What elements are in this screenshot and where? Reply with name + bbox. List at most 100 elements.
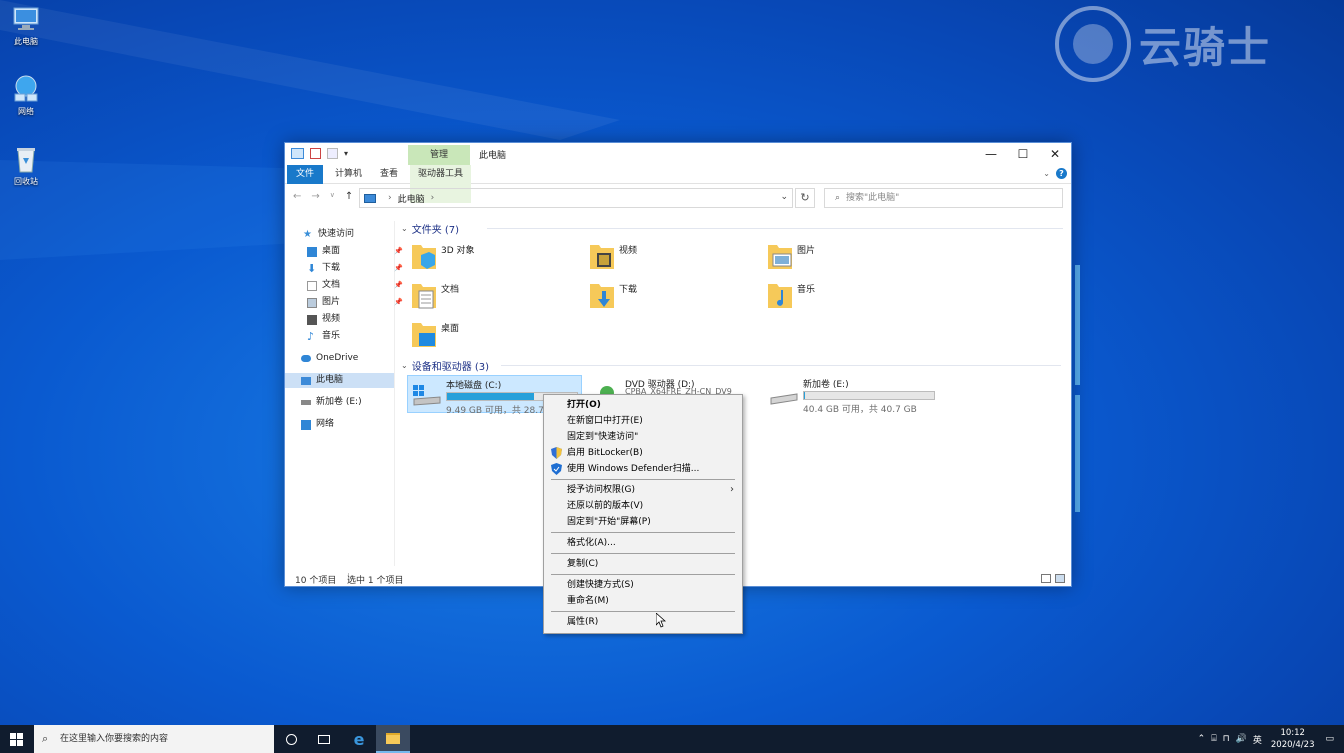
nav-label: 文档 [322,280,341,290]
help-icon[interactable]: ? [1056,168,1067,179]
cortana-button[interactable] [274,725,308,753]
menu-properties[interactable]: 属性(R) [544,614,742,630]
nav-label: 网络 [316,419,335,429]
show-hidden-icons-icon[interactable]: ⌃ [1198,734,1206,744]
collapse-chevron-icon[interactable]: ⌄ [401,224,408,233]
tab-file[interactable]: 文件 [287,165,323,184]
address-dropdown-icon[interactable]: ⌄ [780,192,788,202]
folder-name: 图片 [797,246,816,256]
taskbar-search-input[interactable]: ⌕ 在这里输入你要搜索的内容 [34,725,274,753]
notification-center-icon[interactable]: ▭ [1325,734,1334,744]
tab-computer[interactable]: 计算机 [327,165,370,184]
clock[interactable]: 10:12 2020/4/23 [1271,727,1315,751]
address-bar[interactable]: › 此电脑 › ⌄ [359,188,793,208]
folder-videos[interactable]: 视频 [581,239,751,275]
breadcrumb-this-pc[interactable]: 此电脑 [398,192,425,205]
nav-item-downloads[interactable]: ⬇ 下载 📌 [307,261,403,276]
manage-tab[interactable]: 管理 [408,145,470,165]
pin-icon[interactable]: 📌 [394,261,403,276]
menu-format[interactable]: 格式化(A)... [544,535,742,551]
drive-e[interactable]: 新加卷 (E:) 40.4 GB 可用，共 40.7 GB [765,375,945,415]
folder-desktop[interactable]: 桌面 [403,317,573,353]
nav-quick-access[interactable]: ★ 快速访问 [303,227,354,242]
desktop-icon-this-pc[interactable]: 此电脑 [6,4,46,47]
desktop-icon-network[interactable]: 网络 [6,74,46,117]
pc-qat-icon[interactable] [291,148,304,159]
pc-icon [364,193,376,203]
properties-qat-icon[interactable] [310,148,321,159]
network-tray-icon[interactable]: ⌸ [1211,734,1216,744]
wifi-icon[interactable]: ⊓ [1223,734,1230,744]
network-icon [301,419,311,430]
nav-label: 下载 [322,263,341,273]
start-button[interactable] [0,725,32,753]
folder-downloads[interactable]: 下载 [581,278,751,314]
pin-icon[interactable]: 📌 [394,244,403,259]
nav-this-pc[interactable]: 此电脑 [285,373,394,388]
music-folder-icon [768,284,792,308]
menu-defender-scan[interactable]: 使用 Windows Defender扫描... [544,461,742,477]
menu-open[interactable]: 打开(O) [544,397,742,413]
pin-icon[interactable]: 📌 [394,295,403,310]
nav-item-videos[interactable]: 视频 [307,312,340,327]
recent-chevron-icon[interactable]: ∨ [330,191,335,202]
refresh-icon[interactable]: ↻ [795,188,815,208]
back-arrow-icon[interactable]: ← [293,191,301,202]
close-button[interactable]: ✕ [1039,143,1071,165]
forward-arrow-icon[interactable]: → [311,191,319,202]
pin-icon[interactable]: 📌 [394,278,403,293]
documents-folder-icon [412,284,436,309]
desktop-icon-recycle-bin[interactable]: 回收站 [6,144,46,187]
title-bar[interactable]: ▾ 管理 此电脑 — ☐ ✕ [285,143,1071,165]
tab-view[interactable]: 查看 [372,165,406,184]
cloud-icon [301,355,311,362]
menu-label: 使用 Windows Defender扫描... [567,464,700,474]
devices-group-header[interactable]: ⌄ 设备和驱动器 (3) [401,358,1061,373]
menu-copy[interactable]: 复制(C) [544,556,742,572]
search-placeholder: 搜索"此电脑" [846,193,900,203]
nav-item-documents[interactable]: 文档 📌 [307,278,403,293]
edge-button[interactable]: e [342,725,376,753]
breadcrumb-separator[interactable]: › [431,193,435,203]
menu-restore-versions[interactable]: 还原以前的版本(V) [544,498,742,514]
folder-documents[interactable]: 文档 [403,278,573,314]
document-icon [307,280,317,291]
address-bar-row: ← → ∨ ↑ › 此电脑 › ⌄ ↻ ⌕ 搜索"此电脑" [285,185,1071,211]
collapse-chevron-icon[interactable]: ⌄ [401,361,408,370]
menu-open-new-window[interactable]: 在新窗口中打开(E) [544,413,742,429]
nav-new-volume[interactable]: 新加卷 (E:) [301,395,362,410]
folders-group-header[interactable]: ⌄ 文件夹 (7) [401,221,1063,236]
expand-ribbon-chevron-icon[interactable]: ⌄ [1043,169,1050,178]
maximize-button[interactable]: ☐ [1007,143,1039,165]
item-count: 10 个项目 [295,576,337,586]
folder-3d-objects[interactable]: 3D 对象 [403,239,573,275]
menu-grant-access[interactable]: 授予访问权限(G) › [544,482,742,498]
details-view-icon[interactable] [1041,574,1051,583]
menu-rename[interactable]: 重命名(M) [544,593,742,609]
folder-icon [386,732,400,744]
menu-create-shortcut[interactable]: 创建快捷方式(S) [544,577,742,593]
menu-bitlocker[interactable]: 启用 BitLocker(B) [544,445,742,461]
up-arrow-icon[interactable]: ↑ [345,191,353,202]
minimize-button[interactable]: — [975,143,1007,165]
volume-icon[interactable]: 🔊 [1236,734,1247,744]
large-icons-view-icon[interactable] [1055,574,1065,583]
task-view-button[interactable] [307,725,341,753]
file-explorer-taskbar-button[interactable] [376,725,410,753]
new-folder-qat-icon[interactable] [327,148,338,159]
search-input[interactable]: ⌕ 搜索"此电脑" [824,188,1063,208]
menu-separator [551,479,735,480]
nav-item-music[interactable]: ♪ 音乐 [307,329,340,344]
menu-pin-quick-access[interactable]: 固定到"快速访问" [544,429,742,445]
menu-pin-start[interactable]: 固定到"开始"屏幕(P) [544,514,742,530]
qat-chevron-down-icon[interactable]: ▾ [344,149,348,158]
desktop-folder-icon [307,246,317,257]
nav-network[interactable]: 网络 [301,417,334,432]
folder-music[interactable]: 音乐 [759,278,929,314]
folder-pictures[interactable]: 图片 [759,239,929,275]
input-language-indicator[interactable]: 英 [1253,733,1262,746]
system-tray: ⌃ ⌸ ⊓ 🔊 英 10:12 2020/4/23 ▭ [1195,725,1344,753]
nav-onedrive[interactable]: OneDrive [301,351,358,366]
nav-item-pictures[interactable]: 图片 📌 [307,295,403,310]
nav-item-desktop[interactable]: 桌面 📌 [307,244,403,259]
